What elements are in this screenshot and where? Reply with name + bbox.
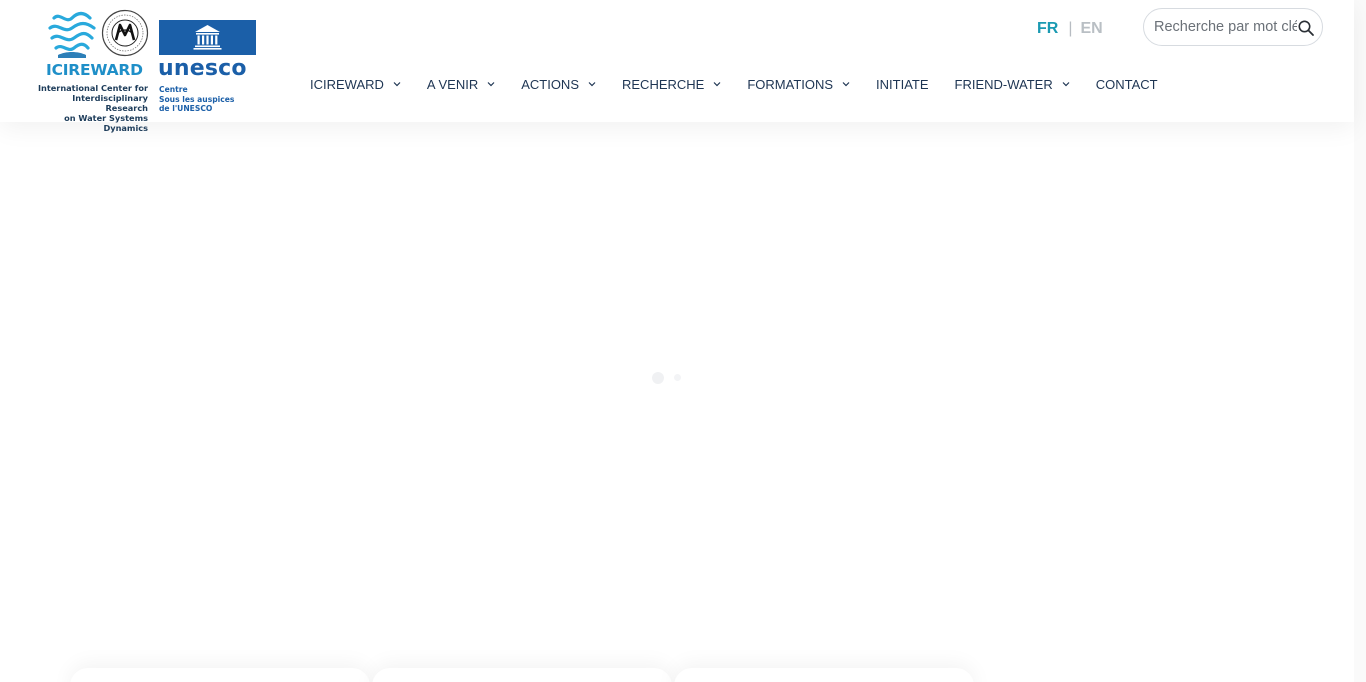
- nav-item-formations[interactable]: FORMATIONS: [747, 77, 850, 92]
- chevron-down-icon: [1062, 82, 1070, 87]
- nav-item-label: ACTIONS: [521, 76, 579, 92]
- language-fr-link[interactable]: FR: [1037, 20, 1058, 37]
- unesco-wordmark: unesco: [158, 56, 247, 81]
- nav-item-label: ICIREWARD: [310, 76, 384, 92]
- unesco-temple-emblem: [159, 20, 256, 55]
- nav-item-label: FORMATIONS: [747, 76, 834, 92]
- nav-item-a-venir[interactable]: A VENIR: [427, 77, 495, 92]
- nav-item-actions[interactable]: ACTIONS: [521, 77, 596, 92]
- icireward-subtitle: International Center for Interdisciplina…: [37, 83, 148, 133]
- content-card: [674, 668, 974, 682]
- loader-dot: [652, 372, 664, 384]
- chevron-down-icon: [393, 82, 401, 87]
- nav-item-friend-water[interactable]: FRIEND-WATER: [955, 77, 1070, 92]
- page-loader: [650, 370, 690, 386]
- icireward-wordmark: ICIREWARD: [46, 61, 143, 79]
- content-card: [372, 668, 672, 682]
- nav-item-label: A VENIR: [426, 76, 479, 92]
- search-box: [1143, 8, 1323, 46]
- nav-item-recherche[interactable]: RECHERCHE: [622, 77, 721, 92]
- chevron-down-icon: [588, 82, 596, 87]
- search-input[interactable]: [1154, 9, 1304, 45]
- nav-item-label: INITIATE: [876, 76, 929, 92]
- nav-item-label: RECHERCHE: [622, 76, 705, 92]
- chevron-down-icon: [487, 82, 495, 87]
- chevron-down-icon: [713, 82, 721, 87]
- content-card: [70, 668, 370, 682]
- nav-item-label: FRIEND-WATER: [954, 76, 1053, 92]
- chevron-down-icon: [842, 82, 850, 87]
- unesco-subtitle: Centre Sous les auspices de l'UNESCO: [159, 85, 235, 113]
- home-logo-link[interactable]: ICIREWARD International Center for Inter…: [30, 8, 260, 133]
- unesco-temple-icon: [193, 25, 222, 50]
- loader-dot: [674, 374, 681, 381]
- nav-item-contact[interactable]: CONTACT: [1096, 77, 1158, 92]
- language-separator: |: [1068, 20, 1073, 37]
- nav-item-label: CONTACT: [1095, 76, 1158, 92]
- search-icon[interactable]: [1297, 19, 1315, 37]
- site-header: ICIREWARD International Center for Inter…: [0, 0, 1354, 133]
- nav-item-initiate[interactable]: INITIATE: [876, 77, 928, 92]
- language-en-link[interactable]: EN: [1080, 20, 1102, 37]
- language-switcher: FR | EN: [1037, 20, 1103, 38]
- page-scrollbar[interactable]: [1354, 0, 1366, 682]
- nav-item-icireward[interactable]: ICIREWARD: [310, 77, 401, 92]
- university-seal-icon: [101, 9, 149, 57]
- icireward-waves-icon: [48, 11, 96, 58]
- main-navigation: ICIREWARD A VENIR ACTIONS RECHERCHE FORM…: [310, 75, 1184, 93]
